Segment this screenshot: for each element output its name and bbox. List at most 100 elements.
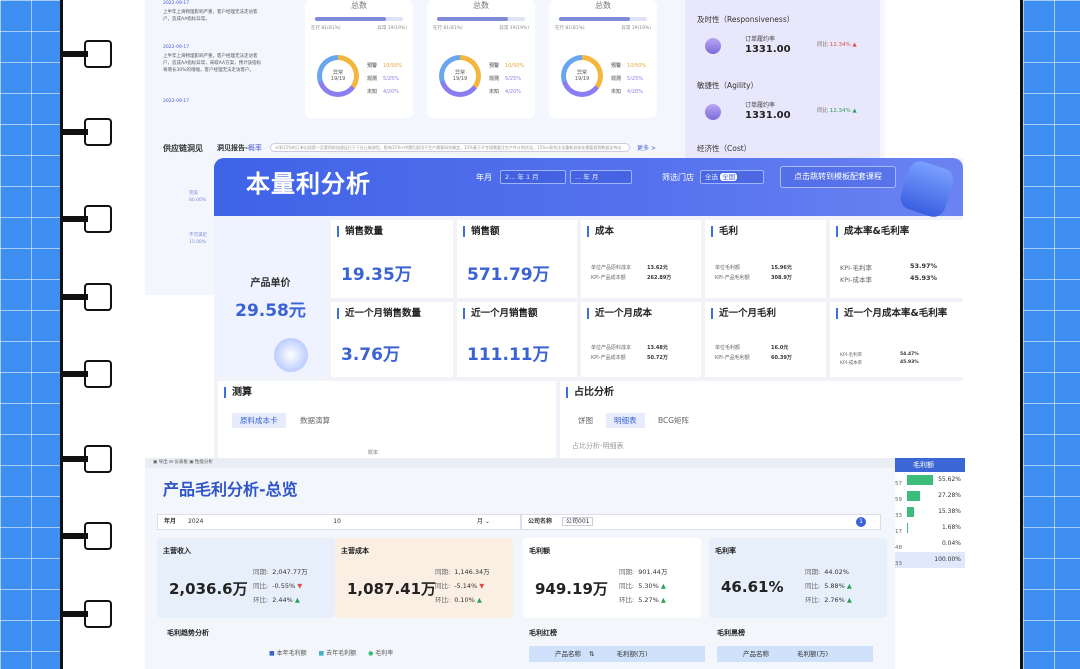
- normal-count: 在行 81(81%): [555, 26, 585, 31]
- table-row: 17 1.68%: [895, 523, 961, 535]
- binder-ring: [60, 205, 112, 233]
- metric-cost-margin-rate: 成本率&毛利率 KPI-毛利率 53.97% KPI-成本率 45.93%: [830, 220, 963, 298]
- insight-link[interactable]: 概率: [248, 144, 262, 152]
- metric-month-sales-qty: 近一个月销售数量 3.76万: [331, 302, 453, 377]
- legend-item: 预警 10/50%: [367, 63, 403, 69]
- metric-sales-amount: 销售额 571.79万: [457, 220, 577, 298]
- legend-item: 观测 5/25%: [611, 76, 643, 82]
- table-row: 33 15.38%: [895, 507, 961, 519]
- red-list-header: 产品名称 ⇅ 毛利额(万): [529, 646, 705, 662]
- trend-legend: ■ 本年毛利额 ■ 去年毛利额 ● 毛利率: [269, 650, 394, 657]
- mascot-icon: [897, 158, 957, 220]
- progress-bar: [559, 17, 647, 21]
- kpi-icon: [705, 104, 721, 120]
- calc-panel: 测算 原料成本卡 数据演算 概率: [218, 381, 556, 458]
- tab-material-cost-card[interactable]: 原料成本卡: [232, 413, 286, 428]
- table-row-total: 33 100.00%: [895, 552, 965, 568]
- kpi-main-revenue: 主营收入 2,036.6万 同期: 2,047.77万 同比: -0.55% ▼ 环比…: [157, 538, 335, 618]
- binder-ring: [60, 360, 112, 388]
- toolbar[interactable]: ▣ 导出 ⊟ 仪表板 ▣ 性能分析: [145, 458, 895, 468]
- timeline-item: 2022-09-17: [163, 99, 190, 104]
- gauge-labels: 完美 80.00% 不可满足 15.00%: [189, 191, 207, 245]
- metric-month-cost-margin-rate: 近一个月成本率&毛利率 KPI-毛利率 54.47% KPI-成本率 45.93%: [830, 302, 963, 377]
- metric-month-gross-profit: 近一个月毛利 单位毛利额 16.0元 KPI-产品毛利额 60.39万: [705, 302, 826, 377]
- tab-pie[interactable]: 饼图: [578, 415, 593, 426]
- binder-ring: [60, 118, 112, 146]
- side-table-header: 毛利额: [895, 458, 965, 472]
- page-title: 本量利分析: [246, 170, 371, 198]
- table-row: 59 27.28%: [895, 491, 961, 503]
- cvp-analysis-dashboard: 本量利分析 年月 2... 年 1 月 ... 年 月 筛选门店 全选 全国 点…: [214, 158, 963, 458]
- store-filter-label: 筛选门店: [662, 173, 694, 182]
- binder-ring: [60, 283, 112, 311]
- binder-ring: [60, 600, 112, 628]
- table-row: 48 0.04%: [895, 540, 961, 551]
- ratio-panel: 占比分析 饼图 明细表 BCG矩阵 占比分析-明细表: [560, 381, 963, 458]
- tab-data-calc[interactable]: 数据演算: [300, 415, 330, 426]
- section-cost: 经济性（Cost）: [697, 144, 752, 153]
- kpi-gross-profit: 毛利额 949.19万 同期: 901.44万 同比: 5.30% ▲ 环比: 5.27…: [523, 538, 701, 618]
- tab-bcg-matrix[interactable]: BCG矩阵: [658, 415, 689, 426]
- year-month-filter[interactable]: 年月 2024 10 月 ⌄: [157, 514, 521, 530]
- legend-item: 观测 5/25%: [367, 76, 399, 82]
- metric-sales-qty: 销售数量 19.35万: [331, 220, 453, 298]
- gross-profit-side-table: 毛利额 57 55.62% 59 27.28% 33 15.38% 17 1.68% 4…: [895, 458, 965, 580]
- kpi-fulfillment-rate: 订单履约率 1331.00 同比 12.34% ▲: [705, 32, 865, 70]
- normal-count: 在行 81(81%): [311, 26, 341, 31]
- section-agility: 敏捷性（Agility）: [697, 81, 759, 90]
- year-month-end-select[interactable]: ... 年 月: [570, 170, 632, 184]
- abnormal-count: 异常 19(19%): [377, 26, 407, 31]
- metric-month-cost: 近一个月成本 单位产品原料成本 13.48元 KPI-产品成本额 50.72万: [581, 302, 701, 377]
- more-link[interactable]: 更多 >: [637, 143, 656, 152]
- binder-ring: [60, 40, 112, 68]
- metric-month-sales-amount: 近一个月销售额 111.11万: [457, 302, 577, 377]
- page-title: 产品毛利分析-总览: [163, 480, 298, 499]
- coin-icon: [274, 338, 308, 372]
- legend-item: 未知 4/20%: [489, 89, 521, 95]
- ratio-subtitle: 占比分析-明细表: [572, 442, 624, 450]
- card-title: 总数: [595, 1, 611, 10]
- timeline-item: 2022-09-17 上半年上海物理影响严重，客户经理无法走访客户，造成AA指标异…: [163, 45, 262, 73]
- metric-cost: 成本 单位产品原料成本 13.62元 KPI-产品成本额 262.89万: [581, 220, 701, 298]
- abnormal-count: 异常 19(19%): [499, 26, 529, 31]
- trend-title: 毛利趋势分析: [167, 629, 209, 637]
- year-month-select[interactable]: 2... 年 1 月: [500, 170, 566, 184]
- insight-report-label: 洞见报告-概率: [217, 144, 262, 152]
- insight-summary: 计划15%的订单出现第一至第四的加速运行于下在让能源型，影响15%+供需匹配用于…: [270, 143, 630, 152]
- timeline-item: 2022-09-17 上半年上海物理影响严重，客户经理无法走访客户，造成AA指标异…: [163, 1, 258, 22]
- header-banner: 本量利分析 年月 2... 年 1 月 ... 年 月 筛选门店 全选 全国 点…: [214, 158, 963, 220]
- supply-chain-title: 供应链洞见: [163, 144, 203, 153]
- store-select[interactable]: 全选 全国: [700, 170, 764, 184]
- legend-item: 未知 4/20%: [367, 89, 399, 95]
- status-card: 总数 在行 81(81%) 异常 19(19%) 异常 19/19 预警 10/50%…: [549, 0, 657, 118]
- progress-bar: [437, 17, 525, 21]
- card-title: 总数: [351, 1, 367, 10]
- legend-item: 预警 10/50%: [489, 63, 525, 69]
- status-card: 总数 在行 81(81%) 异常 19(19%) 异常 19/19 预警 10/50%…: [427, 0, 535, 118]
- binder-ring: [60, 522, 112, 550]
- year-month-label: 年月: [476, 173, 492, 182]
- jump-to-course-button[interactable]: 点击跳转到模板配套课程: [780, 166, 896, 188]
- status-card: 总数 在行 81(81%) 异常 19(19%) 异常 19/19 预警 10/50%…: [305, 0, 413, 118]
- kpi-fulfillment-rate: 订单履约率 1331.00 同比 12.34% ▲: [705, 98, 865, 136]
- calc-note: 概率: [368, 450, 379, 456]
- donut-label: 异常 19/19: [574, 70, 590, 82]
- legend-item: 未知 4/20%: [611, 89, 643, 95]
- kpi-gross-margin: 毛利率 46.61% 同期: 44.02% 同比: 5.88% ▲ 环比: 2.76% …: [709, 538, 887, 618]
- black-list-header: 产品名称 毛利额(万): [717, 646, 873, 662]
- table-row: 57 55.62%: [895, 475, 961, 487]
- black-list-title: 毛利黑榜: [717, 629, 745, 637]
- normal-count: 在行 81(81%): [433, 26, 463, 31]
- gross-profit-overview-dashboard: ▣ 导出 ⊟ 仪表板 ▣ 性能分析 产品毛利分析-总览 年月 2024 10 月 ⌄ …: [145, 458, 895, 669]
- metric-gross-profit: 毛利 单位毛利额 15.96元 KPI-产品毛利额 308.9万: [705, 220, 826, 298]
- progress-bar: [315, 17, 403, 21]
- company-filter[interactable]: 公司名称 公司001 1: [521, 514, 881, 530]
- donut-label: 异常 19/19: [330, 70, 346, 82]
- card-title: 总数: [473, 1, 489, 10]
- binder-ring: [60, 445, 112, 473]
- tab-detail-table[interactable]: 明细表: [606, 413, 645, 428]
- kpi-icon: [705, 38, 721, 54]
- kpi-main-cost: 主营成本 1,087.41万 同期: 1,146.34万 同比: -5.14% ▼ 环…: [335, 538, 513, 618]
- section-responsiveness: 及时性（Responsiveness）: [697, 15, 795, 24]
- unit-price-card: 产品单价 29.58元: [214, 220, 327, 377]
